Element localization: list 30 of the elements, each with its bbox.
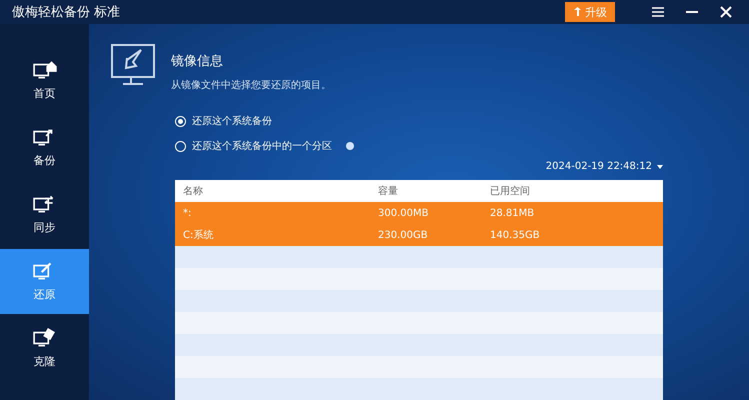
monitor-icon [32,60,56,80]
column-header: 已用空间 [490,184,531,198]
sidebar-item[interactable]: 首页 [0,48,89,113]
close-icon [720,6,732,18]
column-header: 容量 [378,184,399,198]
column-header: 名称 [183,185,204,198]
monitor-icon [32,328,56,348]
arrow-up-icon [573,7,582,17]
sidebar-item[interactable]: 备份 [0,115,89,180]
window-title: 傲梅轻松备份 标准 [12,4,122,21]
table-cell-text: 140.35GB [490,230,541,240]
table-cell-text: 300.00MB [378,208,430,218]
table-cell-text: C:系统 [183,228,214,242]
table-cell-text: 230.00GB [378,230,429,240]
menu-icon [652,7,664,17]
radio-button[interactable] [175,116,186,126]
table-cell-text: 28.81MB [490,208,536,218]
monitor-icon [111,44,155,86]
option-label[interactable]: 还原这个系统备份 [192,114,272,128]
section-subtitle: 从镜像文件中选择您要还原的项目。 [171,78,331,92]
caret-icon [657,164,663,168]
help-icon[interactable] [346,142,354,150]
date-dropdown[interactable]: 2024-02-19 22:48:12 [546,161,663,172]
table-cell-text: *: [183,208,192,218]
sidebar-item[interactable]: 克隆 [0,316,89,381]
radio-button[interactable] [175,140,186,152]
option-label[interactable]: 还原这个系统备份中的一个分区 [192,139,332,153]
section-title: 镜像信息 [171,53,224,70]
sidebar-item[interactable]: 同步 [0,182,89,247]
minimize-icon [686,11,698,13]
